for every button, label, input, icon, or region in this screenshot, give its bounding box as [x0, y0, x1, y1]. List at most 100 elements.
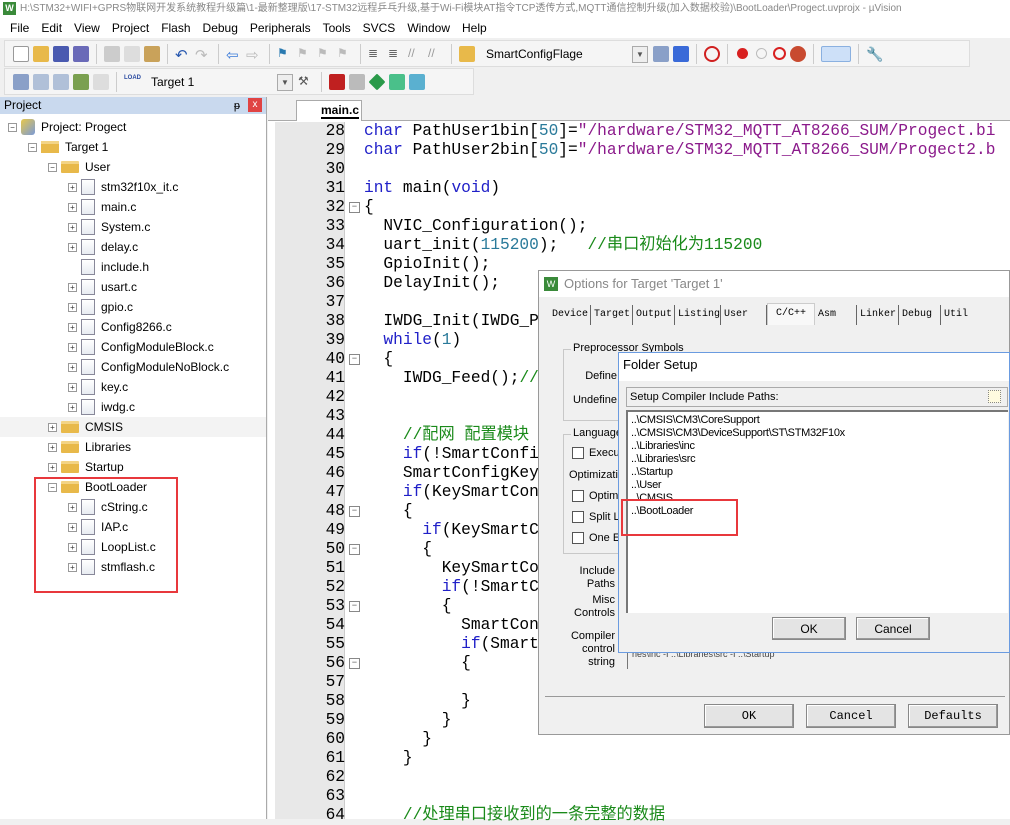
tree-item[interactable]: + Libraries: [48, 437, 131, 457]
tab-target[interactable]: Target: [591, 305, 633, 325]
fold-toggle-icon[interactable]: −: [349, 544, 360, 555]
expand-icon[interactable]: +: [68, 362, 77, 372]
indent-icon[interactable]: ≣: [368, 46, 384, 62]
expand-icon[interactable]: +: [68, 202, 77, 212]
tab-device[interactable]: Device: [549, 305, 591, 325]
build-icon[interactable]: [33, 73, 49, 90]
target-combo[interactable]: Target 1 ▼: [144, 72, 294, 92]
chevron-down-icon[interactable]: ▼: [632, 45, 648, 63]
include-path-item[interactable]: ..\Libraries\src: [631, 453, 696, 466]
execute-only-checkbox[interactable]: [572, 447, 584, 459]
menu-edit[interactable]: Edit: [35, 21, 68, 35]
find-combo[interactable]: SmartConfigFlage ▼: [479, 44, 649, 64]
save-icon[interactable]: [53, 45, 69, 62]
fold-toggle-icon[interactable]: −: [349, 202, 360, 213]
tree-item[interactable]: + key.c: [68, 377, 128, 397]
menu-debug[interactable]: Debug: [197, 21, 244, 35]
cut-icon[interactable]: [104, 45, 120, 62]
menu-project[interactable]: Project: [106, 21, 155, 35]
tree-item[interactable]: − Target 1: [28, 137, 108, 157]
tree-item[interactable]: + ConfigModuleNoBlock.c: [68, 357, 229, 377]
tree-item[interactable]: + usart.c: [68, 277, 137, 297]
defaults-button[interactable]: Defaults: [908, 704, 998, 728]
include-path-item[interactable]: ..\CMSIS\CM3\DeviceSupport\ST\STM32F10x: [631, 427, 845, 440]
clear-bookmarks-icon[interactable]: ⚑: [337, 46, 353, 62]
manage-run-time-icon[interactable]: [368, 73, 386, 90]
tab-asm[interactable]: Asm: [815, 305, 857, 325]
pack-installer-icon[interactable]: [389, 73, 405, 90]
new-folder-icon[interactable]: [988, 390, 1001, 403]
fold-toggle-icon[interactable]: −: [349, 354, 360, 365]
folder-cancel-button[interactable]: Cancel: [856, 617, 930, 640]
fold-toggle-icon[interactable]: −: [349, 601, 360, 612]
translate-icon[interactable]: [13, 73, 29, 90]
include-path-item[interactable]: ..\CMSIS\CM3\CoreSupport: [631, 414, 760, 427]
tab-linker[interactable]: Linker: [857, 305, 899, 325]
stop-build-icon[interactable]: [93, 73, 109, 90]
collapse-icon[interactable]: −: [48, 162, 57, 172]
select-packs-icon[interactable]: [349, 73, 365, 90]
tree-item[interactable]: + delay.c: [68, 237, 138, 257]
unindent-icon[interactable]: ≣: [388, 46, 404, 62]
collapse-icon[interactable]: −: [28, 142, 37, 152]
expand-icon[interactable]: +: [68, 382, 77, 392]
paste-icon[interactable]: [144, 45, 160, 62]
menu-peripherals[interactable]: Peripherals: [244, 21, 317, 35]
collapse-icon[interactable]: −: [8, 122, 17, 132]
forward-icon[interactable]: ⇨: [246, 46, 262, 64]
tree-item[interactable]: + stm32f10x_it.c: [68, 177, 178, 197]
one-elf-checkbox[interactable]: [572, 532, 584, 544]
close-icon[interactable]: x: [248, 98, 262, 112]
expand-icon[interactable]: +: [68, 282, 77, 292]
comment-icon[interactable]: //: [408, 46, 424, 62]
tree-item[interactable]: − Project: Progect: [8, 117, 126, 137]
tree-item[interactable]: + System.c: [68, 217, 150, 237]
copy-icon[interactable]: [124, 45, 140, 62]
split-checkbox[interactable]: [572, 511, 584, 523]
tree-item[interactable]: + gpio.c: [68, 297, 133, 317]
cancel-button[interactable]: Cancel: [806, 704, 896, 728]
menu-window[interactable]: Window: [401, 21, 456, 35]
expand-icon[interactable]: +: [68, 242, 77, 252]
tree-item[interactable]: include.h: [68, 257, 149, 277]
tab-user[interactable]: User: [721, 305, 767, 325]
include-path-item[interactable]: ..\User: [631, 479, 662, 492]
ok-button[interactable]: OK: [704, 704, 794, 728]
uncomment-icon[interactable]: //: [428, 46, 444, 62]
window-layout-icon[interactable]: [821, 45, 851, 62]
breakpoint-icon[interactable]: [737, 48, 748, 59]
rebuild-icon[interactable]: [53, 73, 69, 90]
fold-toggle-icon[interactable]: −: [349, 658, 360, 669]
undo-icon[interactable]: ↶: [175, 46, 191, 64]
tab-main-c[interactable]: main.c: [296, 100, 362, 121]
find-in-files-icon[interactable]: [459, 45, 475, 62]
tree-item[interactable]: + iwdg.c: [68, 397, 135, 417]
folder-ok-button[interactable]: OK: [772, 617, 846, 640]
tab-output[interactable]: Output: [633, 305, 675, 325]
menu-view[interactable]: View: [68, 21, 106, 35]
disable-breakpoint-icon[interactable]: [756, 48, 767, 59]
optimize-checkbox[interactable]: [572, 490, 584, 502]
tab-cc[interactable]: C/C++: [767, 303, 815, 325]
disable-all-breakpoints-icon[interactable]: [773, 47, 786, 60]
incremental-find-icon[interactable]: [673, 45, 689, 62]
tab-listing[interactable]: Listing: [675, 305, 721, 325]
menu-file[interactable]: File: [4, 21, 35, 35]
menu-svcs[interactable]: SVCS: [357, 21, 402, 35]
next-bookmark-icon[interactable]: ⚑: [317, 46, 333, 62]
expand-icon[interactable]: +: [68, 342, 77, 352]
tree-item[interactable]: + Config8266.c: [68, 317, 172, 337]
tab-debug[interactable]: Debug: [899, 305, 941, 325]
fold-toggle-icon[interactable]: −: [349, 506, 360, 517]
bookmark-icon[interactable]: ⚑: [277, 46, 293, 62]
menu-tools[interactable]: Tools: [317, 21, 357, 35]
tree-item[interactable]: + CMSIS: [0, 417, 266, 437]
include-path-item[interactable]: ..\Startup: [631, 466, 673, 479]
menu-flash[interactable]: Flash: [155, 21, 196, 35]
kill-breakpoints-icon[interactable]: [790, 45, 806, 62]
rte-icon[interactable]: [409, 73, 425, 90]
manage-project-items-icon[interactable]: [329, 73, 345, 90]
open-file-icon[interactable]: [33, 45, 49, 62]
configure-icon[interactable]: 🔧: [866, 46, 883, 62]
tree-item[interactable]: + main.c: [68, 197, 136, 217]
